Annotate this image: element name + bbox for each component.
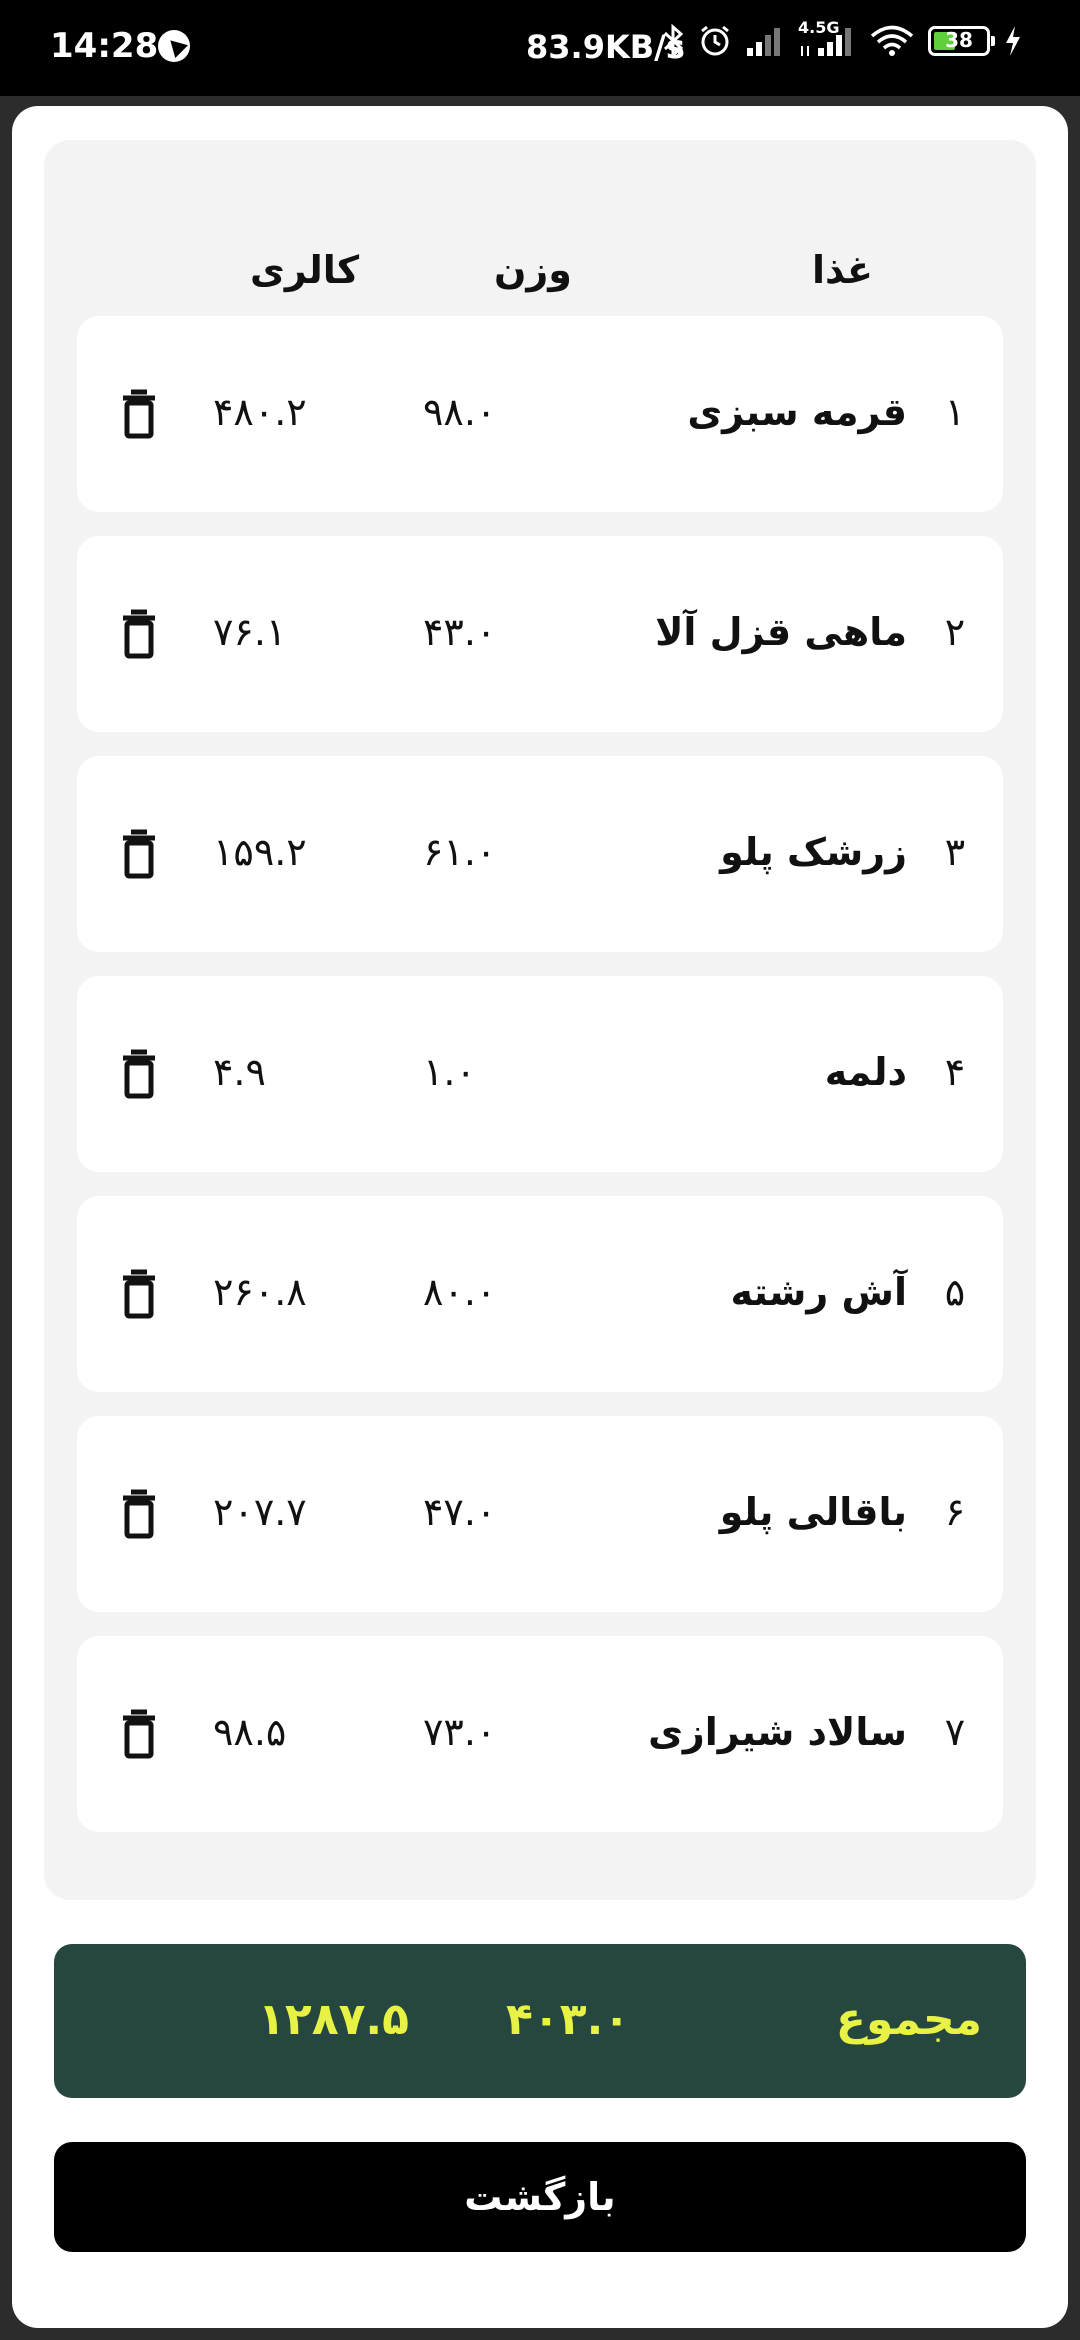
total-weight: ۴۰۳.۰ [506, 1994, 631, 2045]
row-index: ۳ [944, 830, 966, 874]
wifi-icon [870, 25, 914, 56]
table-row: ۶ باقالی پلو ۴۷.۰ ۲۰۷.۷ [77, 1416, 1003, 1612]
table-header: غذا وزن کالری [44, 140, 1036, 316]
table-row: ۷ سالاد شیرازی ۷۳.۰ ۹۸.۵ [77, 1636, 1003, 1832]
bluetooth-icon [663, 24, 684, 58]
food-name: ماهی قزل آلا [655, 610, 907, 654]
delete-icon[interactable] [119, 1708, 159, 1760]
status-time: 14:28 [50, 26, 159, 66]
signal-icon [747, 28, 780, 56]
header-calories: کالری [250, 248, 360, 292]
food-weight: ۹۸.۰ [423, 390, 497, 434]
food-weight: ۷۳.۰ [423, 1710, 497, 1754]
total-label: مجموع [835, 1994, 982, 2045]
delete-icon[interactable] [119, 388, 159, 440]
delete-icon[interactable] [119, 1268, 159, 1320]
row-index: ۲ [944, 610, 966, 654]
header-food: غذا [812, 248, 873, 292]
status-icons: 4.5G 38 [662, 18, 1022, 58]
food-name: دلمه [824, 1050, 907, 1094]
food-calories: ۴۸۰.۲ [213, 390, 307, 434]
food-calories: ۲۰۷.۷ [213, 1490, 307, 1534]
total-summary: مجموع ۴۰۳.۰ ۱۲۸۷.۵ [54, 1944, 1026, 2098]
food-name: آش رشته [730, 1270, 908, 1314]
header-weight: وزن [494, 248, 572, 292]
delete-icon[interactable] [119, 1488, 159, 1540]
food-weight: ۴۷.۰ [423, 1490, 497, 1534]
food-name: سالاد شیرازی [648, 1710, 907, 1754]
status-bar: 14:28 83.9KB/s 4.5G 38 [0, 0, 1080, 96]
table-row: ۳ زرشک پلو ۶۱.۰ ۱۵۹.۲ [77, 756, 1003, 952]
food-name: زرشک پلو [720, 830, 907, 874]
food-calories: ۷۶.۱ [213, 610, 287, 654]
total-calories: ۱۲۸۷.۵ [258, 1994, 409, 2045]
charging-icon [1006, 26, 1020, 56]
row-index: ۶ [944, 1490, 966, 1534]
food-table: غذا وزن کالری ۱ قرمه سبزی ۹۸.۰ ۴۸۰.۲ ۲ م… [44, 140, 1036, 1900]
back-button[interactable]: بازگشت [54, 2142, 1026, 2252]
row-index: ۱ [944, 390, 966, 434]
row-index: ۴ [944, 1050, 966, 1094]
table-row: ۵ آش رشته ۸۰.۰ ۲۶۰.۸ [77, 1196, 1003, 1392]
food-name: باقالی پلو [719, 1490, 907, 1534]
food-weight: ۶۱.۰ [423, 830, 497, 874]
food-calories: ۴.۹ [213, 1050, 266, 1094]
table-row: ۱ قرمه سبزی ۹۸.۰ ۴۸۰.۲ [77, 316, 1003, 512]
food-weight: ۱.۰ [423, 1050, 476, 1094]
table-row: ۲ ماهی قزل آلا ۴۳.۰ ۷۶.۱ [77, 536, 1003, 732]
location-icon [158, 30, 190, 62]
battery-icon: 38 [928, 26, 995, 56]
food-calories: ۱۵۹.۲ [213, 830, 307, 874]
food-weight: ۸۰.۰ [423, 1270, 497, 1314]
alarm-icon [701, 25, 729, 56]
battery-level: 38 [945, 28, 973, 52]
bottom-sheet: غذا وزن کالری ۱ قرمه سبزی ۹۸.۰ ۴۸۰.۲ ۲ م… [12, 106, 1068, 2328]
food-calories: ۹۸.۵ [213, 1710, 287, 1754]
delete-icon[interactable] [119, 1048, 159, 1100]
signal-4g-icon: 4.5G [798, 18, 856, 58]
table-row: ۴ دلمه ۱.۰ ۴.۹ [77, 976, 1003, 1172]
delete-icon[interactable] [119, 608, 159, 660]
food-weight: ۴۳.۰ [423, 610, 497, 654]
food-name: قرمه سبزی [687, 390, 907, 434]
food-calories: ۲۶۰.۸ [213, 1270, 307, 1314]
row-index: ۷ [944, 1710, 966, 1754]
delete-icon[interactable] [119, 828, 159, 880]
row-index: ۵ [944, 1270, 966, 1314]
